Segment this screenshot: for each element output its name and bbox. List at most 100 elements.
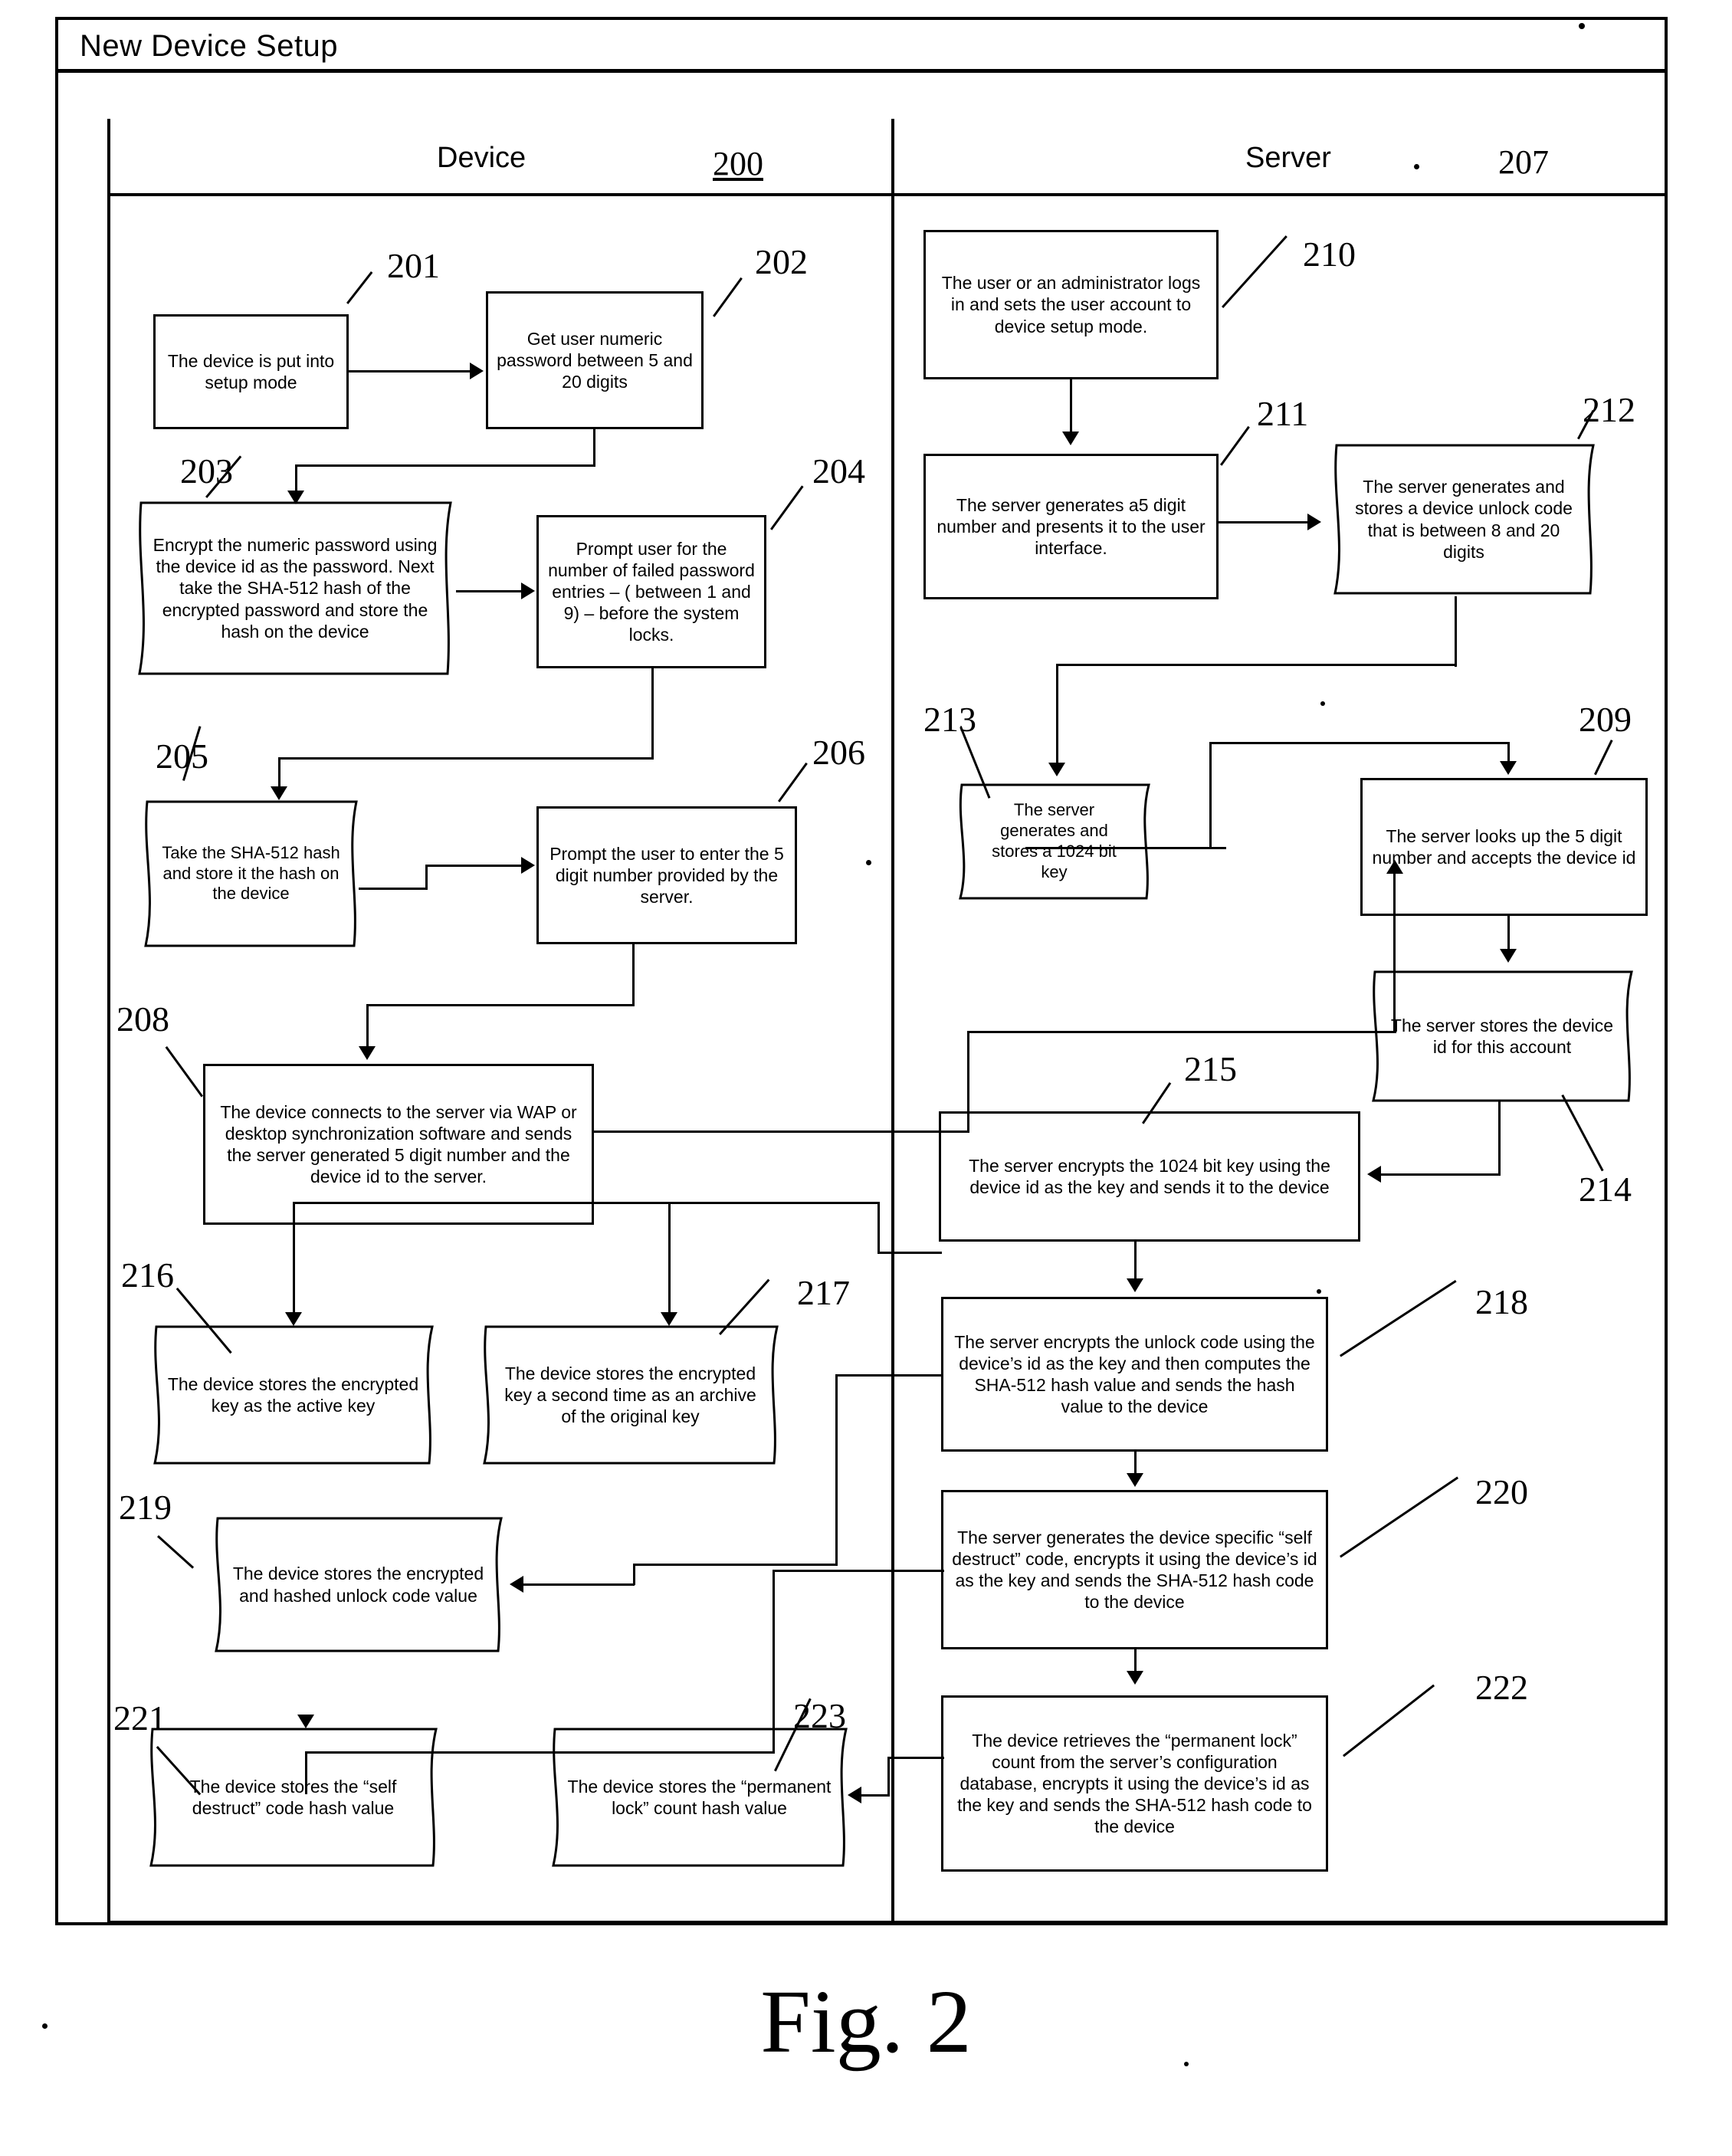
edge-204-205-seg3	[278, 757, 280, 789]
edge-206-208-seg3	[366, 1004, 369, 1048]
figure-caption: Fig. 2	[760, 1971, 972, 2072]
node-219[interactable]: The device stores the encrypted and hash…	[207, 1514, 510, 1656]
edge-215-218-arrow	[1127, 1278, 1143, 1292]
edge-205-206-arrow	[521, 857, 535, 874]
node-210[interactable]: The user or an administrator logs in and…	[923, 230, 1219, 379]
node-210-text: The user or an administrator logs in and…	[941, 273, 1201, 336]
edge-222-223-seg3	[860, 1794, 889, 1797]
ref-222: 222	[1475, 1668, 1528, 1707]
edge-212-213-seg2	[1056, 664, 1457, 666]
node-215[interactable]: The server encrypts the 1024 bit key usi…	[939, 1111, 1360, 1242]
lane-frame-bottom-edge	[107, 1921, 1668, 1925]
ref-214: 214	[1579, 1170, 1632, 1209]
edge-202-203-seg3	[295, 464, 297, 494]
edge-201-202-arrow	[470, 363, 484, 379]
ref-206: 206	[812, 733, 865, 772]
edge-215-bus-seg1	[877, 1252, 942, 1254]
lane-header-device: Device	[437, 142, 526, 174]
node-217[interactable]: The device stores the encrypted key a se…	[475, 1322, 786, 1468]
node-211[interactable]: The server generates a5 digit number and…	[923, 454, 1219, 599]
edge-215-216-arrow	[285, 1312, 302, 1326]
node-221[interactable]: The device stores the “self destruct” co…	[142, 1724, 444, 1870]
lane-header-server: Server	[1245, 142, 1331, 174]
edge-220-221-seg2	[773, 1570, 775, 1754]
node-211-text: The server generates a5 digit number and…	[937, 494, 1206, 559]
node-205-text: Take the SHA-512 hash and store it the h…	[162, 842, 340, 904]
ref-218: 218	[1475, 1282, 1528, 1321]
ref-212: 212	[1583, 390, 1635, 429]
ref-211: 211	[1257, 394, 1309, 433]
edge-215-bus-seg2	[877, 1202, 880, 1254]
edge-215-bus-seg3	[293, 1202, 880, 1204]
node-206[interactable]: Prompt the user to enter the 5 digit num…	[536, 806, 797, 944]
edge-222-223-seg1	[887, 1757, 944, 1759]
node-214[interactable]: The server stores the device id for this…	[1364, 967, 1640, 1105]
node-214-text: The server stores the device id for this…	[1390, 1015, 1614, 1057]
edge-218-220-arrow	[1127, 1473, 1143, 1487]
node-216[interactable]: The device stores the encrypted key as t…	[146, 1322, 441, 1468]
ref-203: 203	[180, 451, 233, 491]
node-220-text: The server generates the device specific…	[952, 1527, 1317, 1613]
edge-215-217-arrow	[661, 1312, 677, 1326]
edge-214-215-seg1	[1498, 1101, 1501, 1175]
node-201[interactable]: The device is put into setup mode	[153, 314, 349, 429]
edge-213-209-seg3	[1209, 742, 1510, 744]
edge-211-212-arrow	[1307, 514, 1321, 530]
edge-209-214	[1507, 916, 1510, 953]
node-201-text: The device is put into setup mode	[167, 350, 335, 392]
edge-220-222-arrow	[1127, 1671, 1143, 1685]
edge-208-209-arrow	[1386, 860, 1403, 874]
node-206-text: Prompt the user to enter the 5 digit num…	[549, 843, 784, 907]
figure-sheet: New Device Setup Device 200 Server 207 T…	[0, 0, 1732, 2156]
edge-208-209-seg2	[967, 1031, 969, 1133]
edge-206-208-arrow	[359, 1046, 376, 1060]
edge-208-209-seg3	[967, 1031, 1396, 1033]
edge-212-213-seg3	[1056, 664, 1058, 765]
node-218[interactable]: The server encrypts the unlock code usin…	[941, 1297, 1328, 1452]
node-205[interactable]: Take the SHA-512 hash and store it the h…	[138, 797, 364, 950]
node-222-text: The device retrieves the “permanent lock…	[957, 1730, 1312, 1837]
node-204[interactable]: Prompt user for the number of failed pas…	[536, 515, 766, 668]
ref-220: 220	[1475, 1472, 1528, 1511]
ref-210: 210	[1303, 235, 1356, 274]
page-title: New Device Setup	[80, 29, 339, 63]
node-212[interactable]: The server generates and stores a device…	[1326, 441, 1602, 598]
edge-218-219-seg4	[633, 1564, 635, 1585]
scan-speck	[866, 860, 871, 865]
edge-220-221-seg3	[305, 1751, 775, 1754]
lane-divider	[891, 119, 894, 1924]
ref-215: 215	[1184, 1049, 1237, 1088]
ref-213: 213	[923, 700, 976, 739]
edge-208-209-seg4	[1393, 861, 1396, 1033]
node-203[interactable]: Encrypt the numeric password using the d…	[130, 498, 460, 678]
ref-217: 217	[797, 1273, 850, 1312]
edge-204-205-arrow	[271, 786, 287, 800]
lane-ref-200: 200	[713, 145, 763, 182]
node-223[interactable]: The device stores the “permanent lock” c…	[544, 1724, 855, 1870]
ref-201: 201	[387, 246, 440, 285]
node-208[interactable]: The device connects to the server via WA…	[203, 1064, 594, 1225]
node-221-text: The device stores the “self destruct” co…	[189, 1776, 397, 1818]
lane-ref-207: 207	[1498, 143, 1549, 181]
node-202[interactable]: Get user numeric password between 5 and …	[486, 291, 704, 429]
node-216-text: The device stores the encrypted key as t…	[167, 1373, 419, 1416]
edge-202-203-seg2	[295, 464, 595, 467]
ref-204: 204	[812, 451, 865, 491]
edge-209-214-arrow	[1500, 949, 1517, 963]
edge-208-209-seg1	[594, 1131, 969, 1133]
scan-speck	[1414, 164, 1419, 169]
node-209[interactable]: The server looks up the 5 digit number a…	[1360, 778, 1648, 916]
node-222[interactable]: The device retrieves the “permanent lock…	[941, 1695, 1328, 1872]
node-213[interactable]: The server generates and stores a 1024 b…	[953, 780, 1156, 903]
edge-222-223-arrow	[848, 1787, 861, 1803]
edge-206-208-seg1	[632, 944, 635, 1006]
node-220[interactable]: The server generates the device specific…	[941, 1490, 1328, 1649]
node-202-text: Get user numeric password between 5 and …	[497, 328, 693, 392]
edge-210-211	[1070, 379, 1072, 435]
edge-201-202	[349, 370, 471, 372]
edge-205-206-seg1	[359, 888, 428, 890]
edge-203-204	[456, 590, 523, 592]
edge-214-215-seg2	[1379, 1173, 1501, 1176]
node-212-text: The server generates and stores a device…	[1355, 477, 1573, 562]
ref-209: 209	[1579, 700, 1632, 739]
